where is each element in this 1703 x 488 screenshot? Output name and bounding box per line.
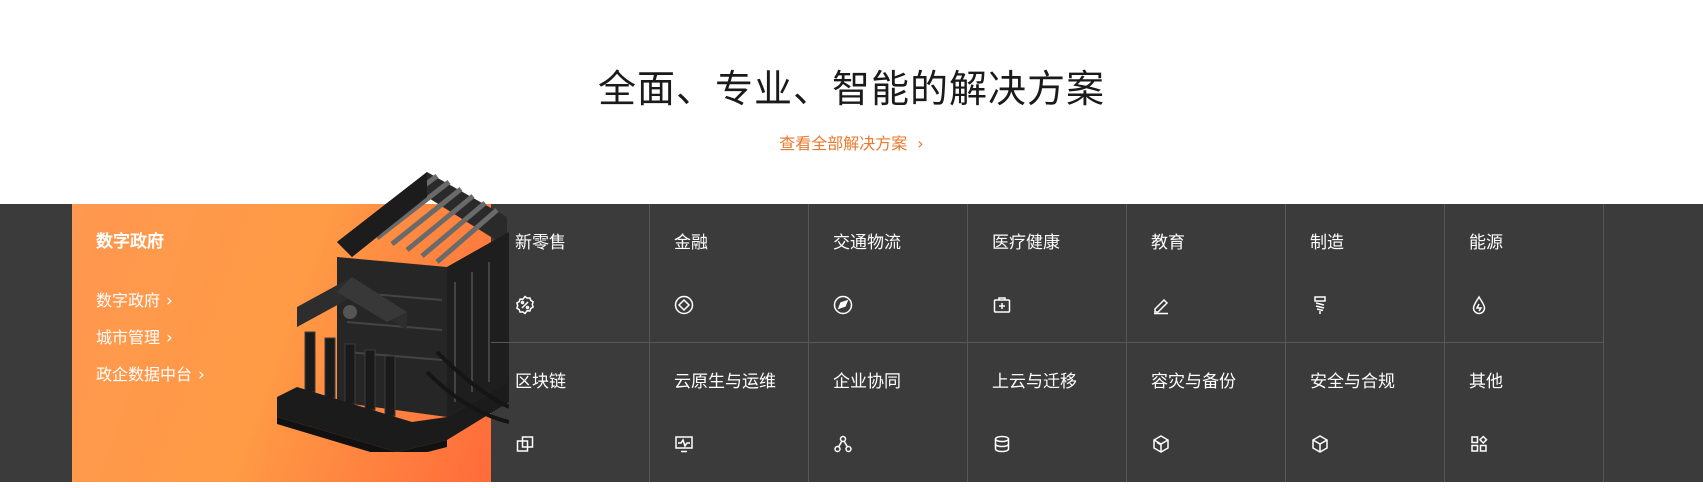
solution-label: 教育: [1151, 233, 1185, 253]
feature-link-label: 城市管理: [96, 328, 161, 347]
solution-label: 金融: [674, 233, 708, 253]
solution-cell-finance[interactable]: 金融: [650, 204, 809, 343]
solution-label: 能源: [1469, 233, 1503, 253]
solution-label: 医疗健康: [992, 233, 1060, 253]
monitor-pulse-icon: [674, 434, 694, 454]
solution-label: 企业协同: [833, 372, 901, 392]
solution-label: 新零售: [515, 233, 566, 253]
section-title: 全面、专业、智能的解决方案: [597, 67, 1105, 111]
solutions-grid: 新零售 金融 交通物流 医疗健康 教育 制造 能源 区块链 云原生与运维 企业协…: [491, 204, 1607, 482]
solution-label: 安全与合规: [1310, 372, 1395, 392]
pencil-icon: [1151, 295, 1171, 315]
backup-cube-icon: [1151, 434, 1171, 454]
view-all-label: 查看全部解决方案: [779, 134, 908, 153]
solution-label: 制造: [1310, 233, 1344, 253]
solution-cell-healthcare[interactable]: 医疗健康: [968, 204, 1127, 343]
solution-cell-energy[interactable]: 能源: [1445, 204, 1604, 343]
feature-link-data-platform[interactable]: 政企数据中台 ›: [96, 364, 205, 401]
solution-cell-cloud-native-ops[interactable]: 云原生与运维: [650, 343, 809, 482]
medical-kit-icon: [992, 295, 1012, 315]
blocks-icon: [515, 434, 535, 454]
solution-cell-others[interactable]: 其他: [1445, 343, 1604, 482]
chevron-right-icon: ›: [166, 291, 173, 311]
solution-cell-education[interactable]: 教育: [1127, 204, 1286, 343]
solution-cell-disaster-recovery[interactable]: 容灾与备份: [1127, 343, 1286, 482]
solution-cell-cloud-migration[interactable]: 上云与迁移: [968, 343, 1127, 482]
government-building-illustration: [277, 172, 509, 452]
screw-icon: [1310, 295, 1330, 315]
chevron-right-icon: ›: [198, 365, 205, 385]
discount-badge-icon: [515, 295, 535, 315]
chevron-right-icon: ›: [917, 134, 924, 153]
feature-link-label: 数字政府: [96, 291, 161, 310]
nodes-icon: [833, 434, 853, 454]
shield-cube-icon: [1310, 434, 1330, 454]
featured-solution-card[interactable]: 数字政府 数字政府 › 城市管理 › 政企数据中台 ›: [72, 172, 509, 482]
solution-cell-new-retail[interactable]: 新零售: [491, 204, 650, 343]
apps-grid-icon: [1469, 434, 1489, 454]
feature-link-city-management[interactable]: 城市管理 ›: [96, 327, 205, 364]
featured-solution-title: 数字政府: [96, 232, 164, 252]
compass-plane-icon: [833, 295, 853, 315]
diamond-circle-icon: [674, 295, 694, 315]
view-all-solutions-link[interactable]: 查看全部解决方案 ›: [0, 130, 1703, 154]
solution-cell-security-compliance[interactable]: 安全与合规: [1286, 343, 1445, 482]
water-drop-icon: [1469, 295, 1489, 315]
solution-label: 交通物流: [833, 233, 901, 253]
solution-cell-enterprise-collaboration[interactable]: 企业协同: [809, 343, 968, 482]
solution-cell-blockchain[interactable]: 区块链: [491, 343, 650, 482]
solution-label: 云原生与运维: [674, 372, 776, 392]
featured-solution-links: 数字政府 › 城市管理 › 政企数据中台 ›: [96, 290, 205, 401]
solution-cell-manufacturing[interactable]: 制造: [1286, 204, 1445, 343]
database-icon: [992, 434, 1012, 454]
feature-link-digital-government[interactable]: 数字政府 ›: [96, 290, 205, 327]
solution-label: 容灾与备份: [1151, 372, 1236, 392]
solution-label: 区块链: [515, 372, 566, 392]
solution-cell-transport-logistics[interactable]: 交通物流: [809, 204, 968, 343]
feature-link-label: 政企数据中台: [96, 365, 193, 384]
solution-label: 其他: [1469, 372, 1503, 392]
chevron-right-icon: ›: [166, 328, 173, 348]
solution-label: 上云与迁移: [992, 372, 1077, 392]
